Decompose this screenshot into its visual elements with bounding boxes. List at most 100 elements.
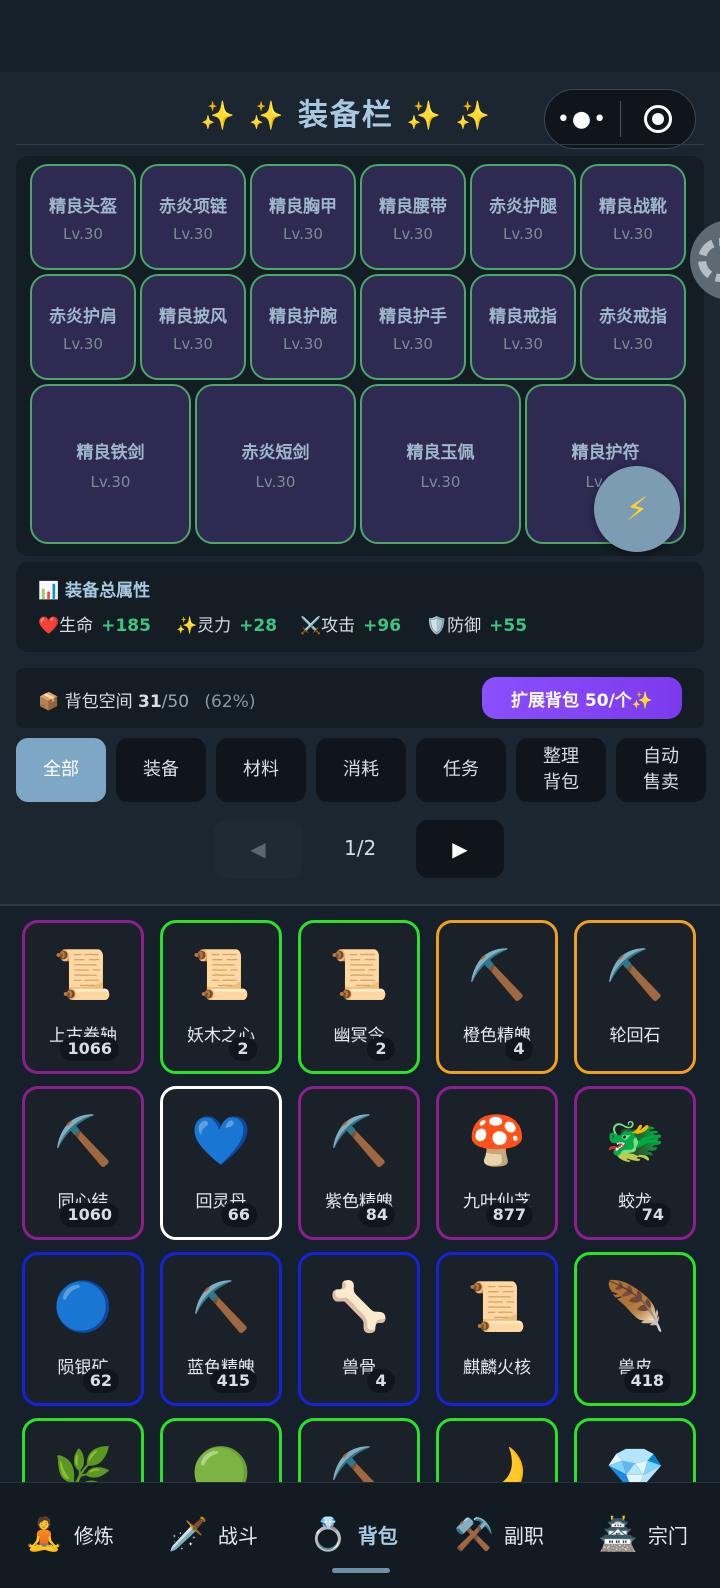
inventory-item[interactable]: 📜 幽冥令 2 [298,920,420,1074]
equipment-slot[interactable]: 精良腰带 Lv.30 [360,164,466,270]
page-title-text: 装备栏 [297,98,394,133]
nav-tab[interactable]: 💍 背包 [308,1509,398,1559]
equipment-slot[interactable]: 精良战靴 Lv.30 [580,164,686,270]
stat-value: +28 [239,616,278,636]
stat-item: ⚔️攻击 +96 [300,611,401,636]
item-icon: ⛏️ [53,1113,113,1169]
inventory-item[interactable]: 📜 麒麟火核 [436,1252,558,1406]
stat-icon: ✨ [176,616,198,636]
stat-value: +185 [101,616,151,636]
stat-value: +96 [363,616,402,636]
item-name: 麒麟火核 [463,1358,531,1378]
equipment-slot[interactable]: 精良铁剑 Lv.30 [30,384,191,544]
equipment-slot[interactable]: 精良护腕 Lv.30 [250,274,356,380]
equipment-level: Lv.30 [613,335,653,353]
item-icon: 🦴 [329,1279,389,1335]
equipment-slot[interactable]: 精良护手 Lv.30 [360,274,466,380]
inventory-item[interactable]: ⛏️ 蓝色精魄 415 [160,1252,282,1406]
inventory-item[interactable]: 🌙 [436,1418,558,1482]
equipment-name: 精良战靴 [599,197,667,217]
nav-icon: 🗡️ [168,1515,208,1553]
inventory-item[interactable]: 🍄 九叶仙芝 877 [436,1086,558,1240]
inventory-item[interactable]: 🪶 兽皮 418 [574,1252,696,1406]
expand-bag-button[interactable]: 扩展背包 50/个✨ [482,677,682,719]
inventory-item[interactable]: 💎 [574,1418,696,1482]
equipment-name: 精良戒指 [489,307,557,327]
item-count: 415 [209,1369,257,1393]
inventory-item[interactable]: ⛏️ 紫色精魄 84 [298,1086,420,1240]
category-tab[interactable]: 全部 [16,738,106,802]
inventory-item[interactable]: 🔵 陨银矿 62 [22,1252,144,1406]
equipment-slot[interactable]: 精良胸甲 Lv.30 [250,164,356,270]
item-count: 74 [634,1203,671,1227]
equipment-slot[interactable]: 精良披风 Lv.30 [140,274,246,380]
item-count: 4 [505,1037,533,1061]
item-count: 1066 [60,1037,119,1061]
inventory-item[interactable]: 📜 妖木之心 2 [160,920,282,1074]
nav-label: 战斗 [217,1523,258,1548]
category-tab[interactable]: 消耗 [316,738,406,802]
item-count: 84 [358,1203,395,1227]
category-tab[interactable]: 任务 [416,738,506,802]
inventory-item[interactable]: 🐲 蛟龙 74 [574,1086,696,1240]
item-name: 幽冥令 [333,1026,385,1046]
bag-percent: (62%) [204,692,256,712]
equipment-slot[interactable]: 赤炎戒指 Lv.30 [580,274,686,380]
equipment-name: 精良披风 [159,307,227,327]
prev-page-button[interactable]: ◀ [214,820,302,878]
equipment-slot[interactable]: 精良戒指 Lv.30 [470,274,576,380]
inventory-item[interactable]: ⛏️ 橙色精魄 4 [436,920,558,1074]
equipment-name: 精良胸甲 [269,197,337,217]
inventory-item[interactable]: 📜 上古卷轴 1066 [22,920,144,1074]
item-icon: ⛏️ [605,947,665,1003]
item-count: 2 [229,1037,257,1061]
bag-total: /50 [161,692,190,712]
equipment-level: Lv.30 [503,335,543,353]
mini-program-capsule: •●• [544,89,696,149]
item-count: 66 [220,1203,257,1227]
equipment-level: Lv.30 [63,335,103,353]
nav-label: 副职 [503,1523,544,1548]
equipment-level: Lv.30 [173,335,213,353]
inventory-item[interactable]: 💙 回灵丹 66 [160,1086,282,1240]
nav-tab[interactable]: 🧘 修炼 [24,1509,114,1559]
inventory-item[interactable]: 🟢 [160,1418,282,1482]
inventory-item[interactable]: ⛏️ 轮回石 [574,920,696,1074]
inventory-item[interactable]: 🌿 [22,1418,144,1482]
more-menu-icon[interactable]: •●• [545,107,620,132]
nav-tab[interactable]: 🏯 宗门 [598,1509,688,1559]
category-tab[interactable]: 材料 [216,738,306,802]
category-tab[interactable]: 装备 [116,738,206,802]
quick-action-button[interactable]: ⚡ [594,466,680,552]
equipment-level: Lv.30 [613,225,653,243]
equipment-slot[interactable]: 赤炎短剑 Lv.30 [195,384,356,544]
category-tab[interactable]: 自动 售卖 [616,738,706,802]
stats-title: 📊 装备总属性 [38,576,150,601]
stat-icon: ❤️ [38,616,60,636]
item-name: 回灵丹 [195,1192,247,1212]
equipment-slot[interactable]: 赤炎护肩 Lv.30 [30,274,136,380]
item-name: 蛟龙 [618,1192,652,1212]
equipment-slot[interactable]: 精良头盔 Lv.30 [30,164,136,270]
equipment-slot[interactable]: 精良玉佩 Lv.30 [360,384,521,544]
stat-item: ❤️生命 +185 [38,611,151,636]
equipment-slot[interactable]: 赤炎护腿 Lv.30 [470,164,576,270]
close-mini-program-button[interactable] [621,105,695,133]
nav-tab[interactable]: ⚒️ 副职 [454,1509,544,1559]
next-page-button[interactable]: ▶ [416,820,504,878]
category-tab[interactable]: 整理 背包 [516,738,606,802]
nav-icon: ⚒️ [454,1515,494,1553]
equipment-level: Lv.30 [393,335,433,353]
stat-icon: 🛡️ [426,616,448,636]
page-title: ✨ ✨ 装备栏 ✨ ✨ [200,90,492,134]
inventory-item[interactable]: 🦴 兽骨 4 [298,1252,420,1406]
equipment-slot[interactable]: 赤炎项链 Lv.30 [140,164,246,270]
inventory-item[interactable]: ⛏️ [298,1418,420,1482]
nav-icon: 🧘 [24,1515,64,1553]
item-icon: ⛏️ [329,1445,389,1482]
bag-capacity-bar: 📦 背包空间 31/50 (62%) 扩展背包 50/个✨ [16,668,704,728]
nav-tab[interactable]: 🗡️ 战斗 [168,1509,258,1559]
category-tabs: 全部 装备 材料 消耗 任务 整理 背包 自动 售卖 [16,738,706,802]
inventory-item[interactable]: ⛏️ 同心结 1060 [22,1086,144,1240]
nav-label: 修炼 [73,1523,114,1548]
